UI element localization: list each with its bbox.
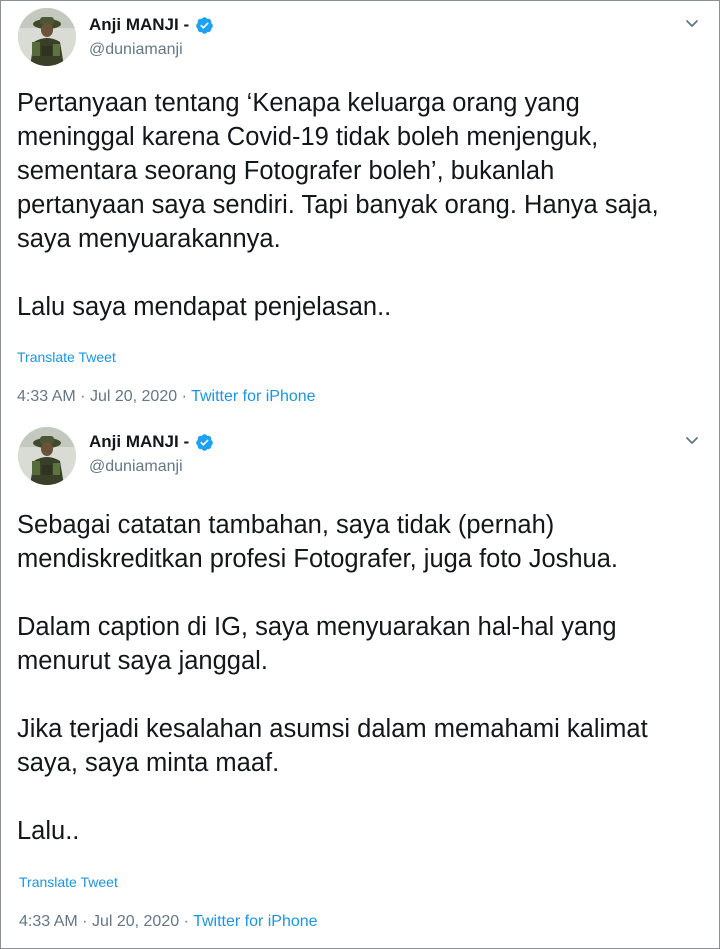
tweet-paragraph: Lalu saya mendapat penjelasan..: [17, 293, 392, 321]
verified-badge-icon: [195, 433, 214, 452]
tweet-date[interactable]: Jul 20, 2020: [92, 913, 179, 930]
tweet-paragraph: Jika terjadi kesalahan asumsi dalam mema…: [17, 715, 648, 777]
tweet-time[interactable]: 4:33 AM: [17, 388, 76, 405]
avatar[interactable]: [18, 8, 76, 66]
tweet-time[interactable]: 4:33 AM: [19, 913, 78, 930]
chevron-down-icon[interactable]: [684, 432, 700, 448]
tweet-text: Sebagai catatan tambahan, saya tidak (pe…: [17, 508, 704, 848]
tweet-paragraph: Sebagai catatan tambahan, saya tidak (pe…: [17, 511, 619, 573]
author-name-row[interactable]: Anji MANJI -: [89, 15, 214, 35]
tweet-metadata: 4:33 AM · Jul 20, 2020 · Twitter for iPh…: [19, 913, 318, 931]
tweet: Anji MANJI - @duniamanji Pertanyaan tent…: [0, 0, 718, 418]
tweet-text: Pertanyaan tentang ‘Kenapa keluarga oran…: [17, 86, 704, 324]
meta-separator: ·: [82, 913, 88, 930]
avatar[interactable]: [18, 427, 76, 485]
author-name[interactable]: Anji MANJI -: [89, 432, 189, 452]
verified-badge-icon: [195, 16, 214, 35]
author-handle[interactable]: @duniamanji: [89, 458, 183, 476]
chevron-down-icon[interactable]: [684, 15, 700, 31]
translate-tweet-link[interactable]: Translate Tweet: [19, 874, 118, 890]
tweet: Anji MANJI - @duniamanji Sebagai catatan…: [0, 418, 718, 947]
tweet-source-link[interactable]: Twitter for iPhone: [191, 388, 316, 405]
tweet-source-link[interactable]: Twitter for iPhone: [193, 913, 318, 930]
meta-separator: ·: [80, 388, 86, 405]
tweet-paragraph: Pertanyaan tentang ‘Kenapa keluarga oran…: [17, 89, 659, 253]
author-name[interactable]: Anji MANJI -: [89, 15, 189, 35]
translate-tweet-link[interactable]: Translate Tweet: [17, 349, 116, 365]
author-handle[interactable]: @duniamanji: [89, 41, 183, 59]
tweet-paragraph: Lalu..: [17, 817, 80, 845]
author-name-row[interactable]: Anji MANJI -: [89, 432, 214, 452]
meta-separator: ·: [181, 388, 187, 405]
tweet-date[interactable]: Jul 20, 2020: [90, 388, 177, 405]
meta-separator: ·: [183, 913, 189, 930]
tweet-metadata: 4:33 AM · Jul 20, 2020 · Twitter for iPh…: [17, 388, 316, 406]
tweet-paragraph: Dalam caption di IG, saya menyuarakan ha…: [17, 613, 617, 675]
